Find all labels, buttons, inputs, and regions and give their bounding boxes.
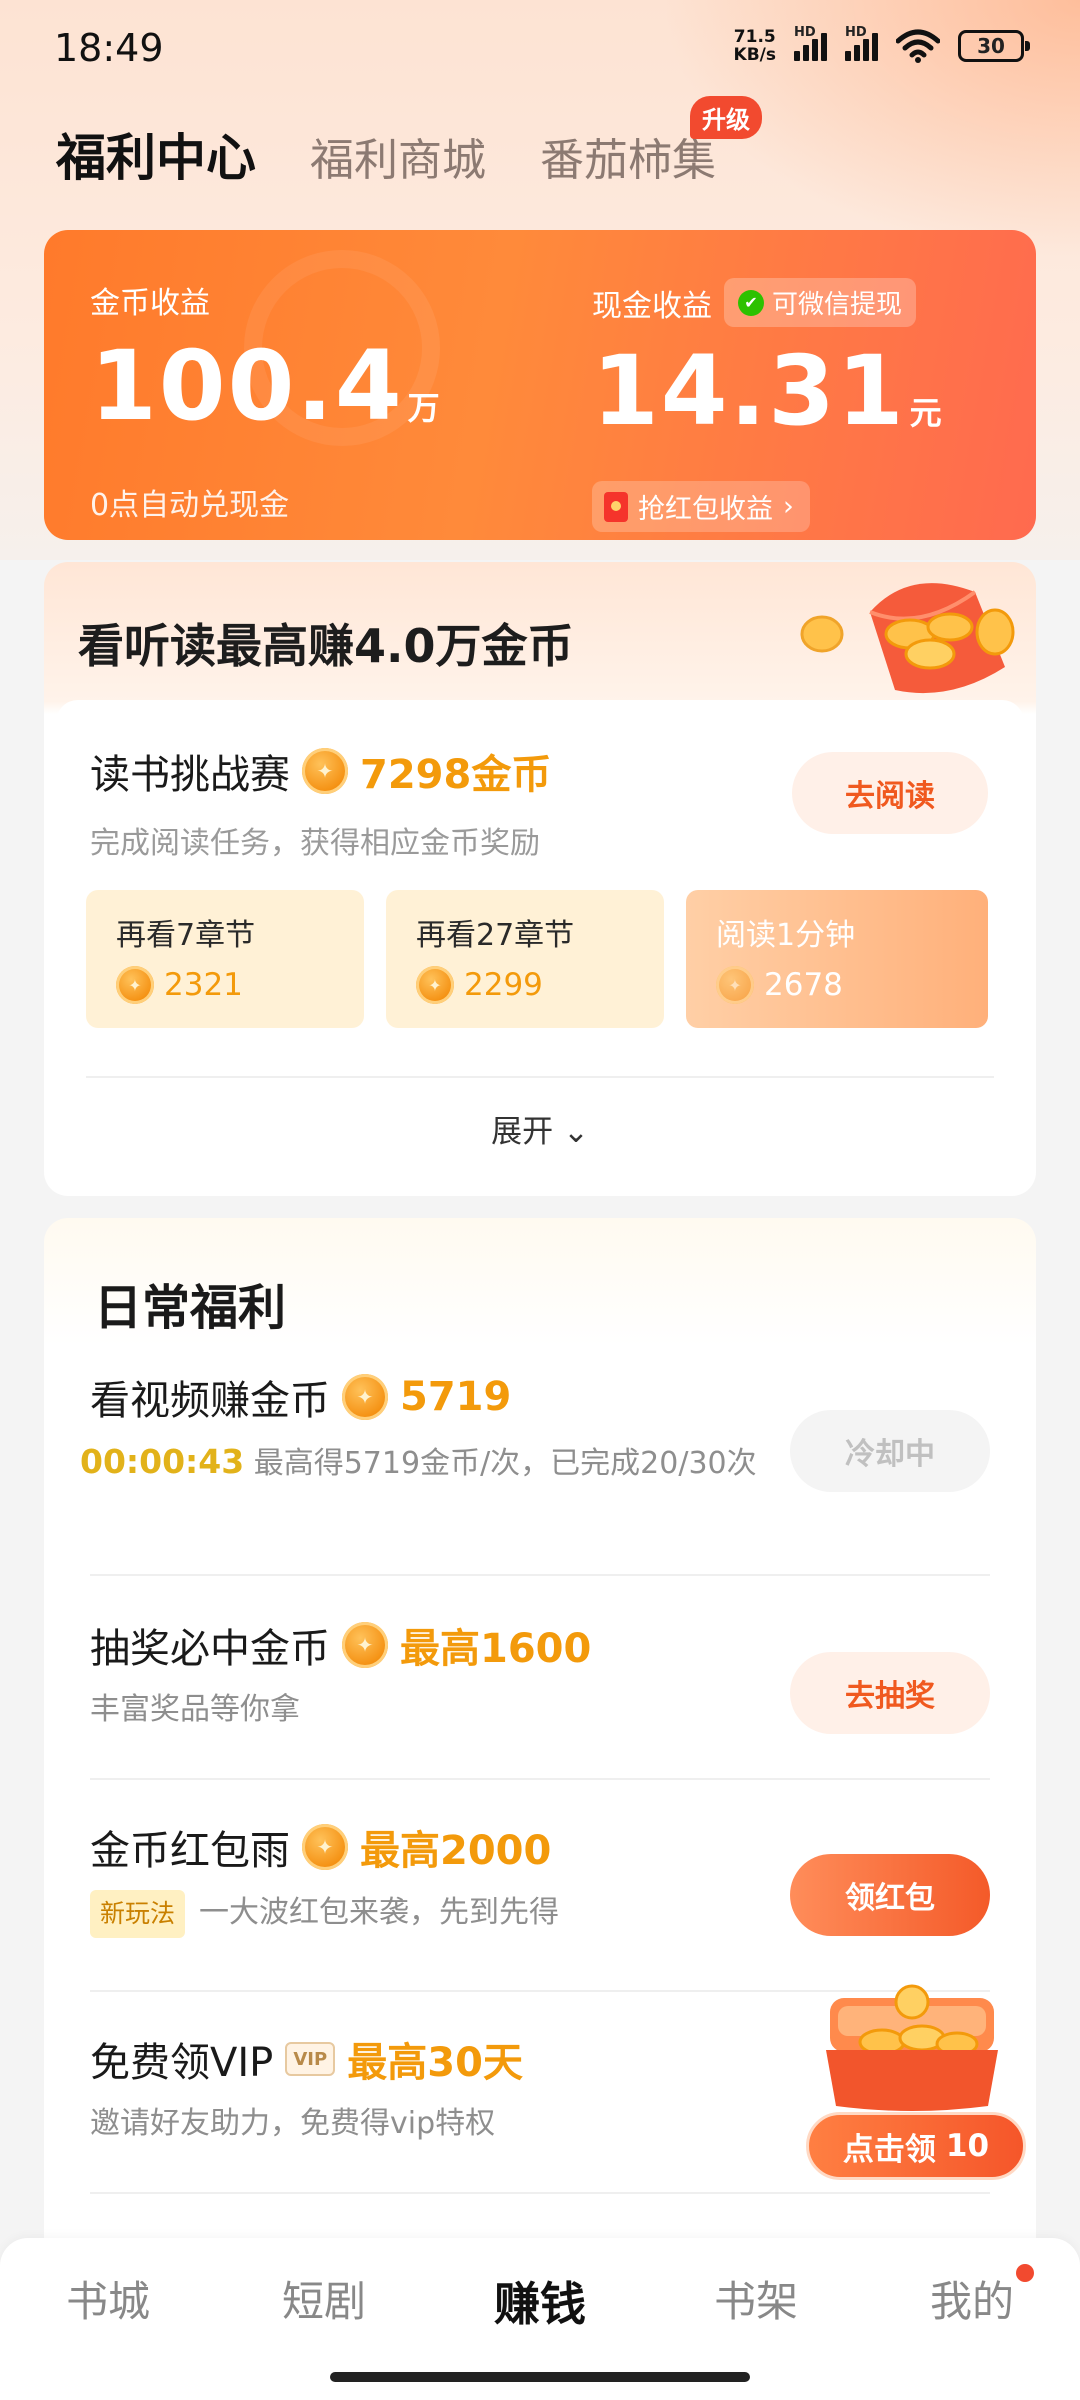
status-icons: 71.5 KB/s HD HD 30 [733, 25, 1030, 65]
gold-coin-icon [302, 1824, 348, 1870]
gold-coin-icon [116, 966, 154, 1004]
cash-earnings-label: 现金收益 ✔ 可微信提现 [592, 278, 944, 327]
network-speed: 71.5 KB/s [733, 27, 776, 65]
status-time: 18:49 [54, 26, 164, 70]
task-lottery-desc: 丰富奖品等你拿 [90, 1692, 300, 1727]
battery-icon: 30 [958, 30, 1030, 62]
reading-challenge-amount: 7298金币 [360, 752, 552, 798]
red-envelope-icon [604, 491, 628, 522]
redpack-earnings-chip[interactable]: 抢红包收益 › [592, 481, 810, 532]
divider [90, 1574, 990, 1576]
top-tabs: 福利中心 福利商城 番茄柿集 升级 [56, 96, 762, 190]
tab-tomato-label: 番茄柿集 [540, 135, 716, 186]
chapter-task-row: 再看7章节 2321 再看27章节 2299 阅读1分钟 2678 [86, 890, 988, 1028]
nav-mine[interactable]: 我的 [892, 2264, 1052, 2334]
reading-challenge-card: 读书挑战赛 7298金币 完成阅读任务，获得相应金币奖励 去阅读 再看7章节 2… [56, 700, 1024, 1180]
wechat-withdraw-chip[interactable]: ✔ 可微信提现 [724, 278, 917, 327]
divider [90, 1778, 990, 1780]
coin-earnings[interactable]: 金币收益 100.4 万 0点自动兑现金 [90, 278, 442, 524]
nav-earn-money[interactable]: 赚钱 [460, 2268, 620, 2334]
new-feature-tag: 新玩法 [90, 1890, 186, 1938]
chapter-task-card[interactable]: 再看27章节 2299 [386, 890, 664, 1028]
gold-coin-icon [716, 966, 754, 1004]
chevron-right-icon: › [783, 491, 794, 522]
claim-count: 10 [945, 2128, 990, 2164]
cooldown-timer: 00:00:43 [80, 1442, 245, 1481]
earnings-card[interactable]: 金币收益 100.4 万 0点自动兑现金 现金收益 ✔ 可微信提现 14.31 元 … [44, 230, 1036, 540]
go-read-button[interactable]: 去阅读 [792, 752, 988, 834]
coin-earnings-value: 100.4 万 [90, 330, 442, 442]
cash-earnings[interactable]: 现金收益 ✔ 可微信提现 14.31 元 抢红包收益 › [592, 278, 944, 532]
home-indicator[interactable] [330, 2372, 750, 2382]
cash-earnings-value: 14.31 元 [592, 335, 944, 447]
coin-earnings-label: 金币收益 [90, 286, 210, 321]
notification-dot [1016, 2264, 1034, 2282]
reading-challenge-desc: 完成阅读任务，获得相应金币奖励 [90, 826, 540, 861]
treasure-chest-icon[interactable] [812, 1980, 1012, 2112]
chapter-task-card-active[interactable]: 阅读1分钟 2678 [686, 890, 988, 1028]
signal-icon: HD [794, 25, 827, 61]
nav-short-drama[interactable]: 短剧 [244, 2268, 404, 2334]
nav-bookshelf[interactable]: 书架 [676, 2268, 836, 2334]
task-watch-video-desc: 00:00:43 最高得5719金币/次，已完成20/30次 [80, 1442, 757, 1481]
go-lottery-button[interactable]: 去抽奖 [790, 1652, 990, 1734]
claim-red-envelope-button[interactable]: 领红包 [790, 1854, 990, 1936]
divider [86, 1076, 994, 1078]
tab-welfare-center[interactable]: 福利中心 [56, 118, 256, 190]
divider [90, 2192, 990, 2194]
tab-tomato-collection[interactable]: 番茄柿集 升级 [540, 96, 762, 188]
status-bar: 18:49 71.5 KB/s HD HD 30 [0, 0, 1080, 96]
reading-challenge-title: 读书挑战赛 7298金币 [90, 742, 551, 800]
gold-coin-icon [416, 966, 454, 1004]
wifi-icon [896, 29, 940, 63]
gold-coin-icon [342, 1374, 388, 1420]
gold-coin-icon [342, 1622, 388, 1668]
tab-welfare-mall[interactable]: 福利商城 [310, 124, 486, 188]
floating-claim-button[interactable]: 点击领 10 [806, 2112, 1026, 2180]
red-envelope-coins-icon [800, 583, 1015, 694]
daily-welfare-title: 日常福利 [94, 1280, 287, 1336]
coin-auto-exchange-note: 0点自动兑现金 [90, 488, 290, 523]
signal-icon-2: HD [845, 25, 878, 61]
nav-bookstore[interactable]: 书城 [28, 2268, 188, 2334]
gold-coin-icon [302, 748, 348, 794]
upgrade-badge: 升级 [690, 96, 762, 139]
expand-button[interactable]: 展开 ⌄ [56, 1106, 1024, 1151]
task-red-envelope-rain-desc: 新玩法 一大波红包来袭，先到先得 [90, 1890, 559, 1938]
task-free-vip-desc: 邀请好友助力，免费得vip特权 [90, 2106, 496, 2141]
vip-icon: VIP [285, 2042, 336, 2076]
reading-section-title: 看听读最高赚4.0万金币 [78, 619, 574, 673]
chevron-down-icon: ⌄ [562, 1114, 589, 1150]
reading-section: 看听读最高赚4.0万金币 读书挑战赛 7298金币 完成阅读任务，获得相应金币奖… [44, 562, 1036, 1196]
chapter-task-card[interactable]: 再看7章节 2321 [86, 890, 364, 1028]
cooldown-button[interactable]: 冷却中 [790, 1410, 990, 1492]
check-icon: ✔ [738, 289, 764, 316]
